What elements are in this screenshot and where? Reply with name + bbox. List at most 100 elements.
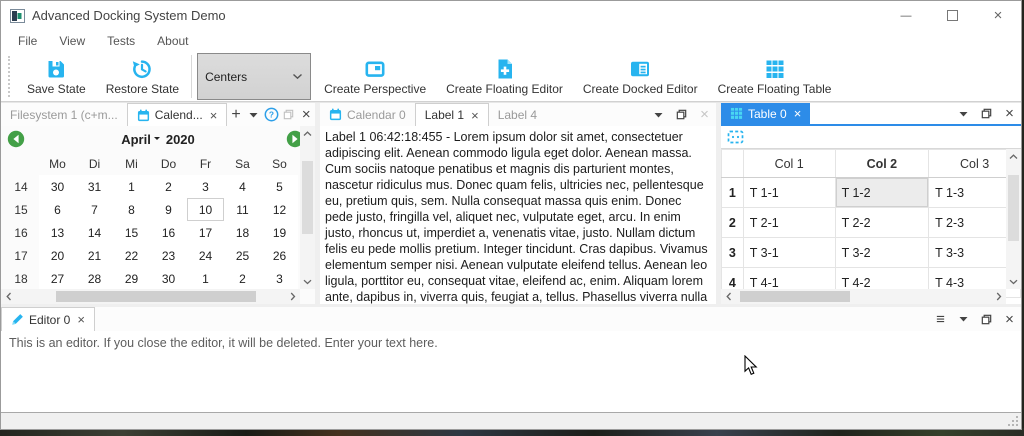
calendar-day-30[interactable]: 30 [150, 267, 187, 290]
tabs-menu-button[interactable] [245, 103, 263, 126]
toolbar-grip[interactable] [8, 56, 14, 97]
close-tab-icon[interactable]: × [77, 312, 85, 327]
maximize-button[interactable] [929, 1, 975, 30]
float-dock-button[interactable] [975, 103, 998, 124]
resize-grip[interactable] [1006, 414, 1019, 427]
table-dock-tab-table-0[interactable]: Table 0× [721, 103, 810, 124]
calendar-day-22[interactable]: 22 [113, 244, 150, 267]
scrollbar-thumb[interactable] [1008, 175, 1019, 241]
calendar-year[interactable]: 2020 [166, 132, 195, 147]
label-dock-tab-label-1[interactable]: Label 1× [415, 103, 489, 126]
menu-about[interactable]: About [148, 32, 197, 50]
calendar-day-20[interactable]: 20 [39, 244, 76, 267]
close-button[interactable]: × [975, 1, 1021, 30]
close-dock-button[interactable]: × [998, 307, 1021, 331]
scroll-up-icon[interactable] [300, 126, 315, 141]
calendar-day-7[interactable]: 7 [76, 198, 113, 221]
calendar-day-18[interactable]: 18 [224, 221, 261, 244]
table-horizontal-scrollbar[interactable] [721, 289, 1006, 304]
calendar-day-28[interactable]: 28 [76, 267, 113, 290]
table-cell-t-1-2[interactable]: T 1-2 [835, 178, 929, 208]
calendar-day-26[interactable]: 26 [261, 244, 298, 267]
select-cells-icon[interactable] [727, 130, 744, 144]
table-cell-t-3-2[interactable]: T 3-2 [835, 238, 929, 268]
column-header-col-2[interactable]: Col 2 [835, 150, 929, 178]
scroll-left-icon[interactable] [1, 289, 16, 304]
calendar-day-21[interactable]: 21 [76, 244, 113, 267]
calendar-day-1[interactable]: 1 [113, 175, 150, 198]
calendar-day-2[interactable]: 2 [150, 175, 187, 198]
tabs-menu-button[interactable] [952, 103, 975, 124]
add-tab-button[interactable]: + [227, 103, 245, 126]
title-bar[interactable]: Advanced Docking System Demo — × [1, 1, 1021, 30]
calendar-day-27[interactable]: 27 [39, 267, 76, 290]
scrollbar-thumb[interactable] [56, 291, 256, 302]
close-tab-icon[interactable]: × [794, 106, 802, 121]
close-dock-button[interactable]: × [297, 103, 315, 126]
scroll-down-icon[interactable] [1006, 274, 1021, 289]
scroll-down-icon[interactable] [300, 274, 315, 289]
close-dock-button[interactable]: × [693, 103, 716, 126]
scroll-right-icon[interactable] [991, 289, 1006, 304]
calendar-day-25[interactable]: 25 [224, 244, 261, 267]
table-cell-t-2-2[interactable]: T 2-2 [835, 208, 929, 238]
calendar-day-4[interactable]: 4 [224, 175, 261, 198]
calendar-day-6[interactable]: 6 [39, 198, 76, 221]
create-floating-editor-button[interactable]: Create Floating Editor [436, 52, 573, 101]
calendar-day-29[interactable]: 29 [113, 267, 150, 290]
save-state-button[interactable]: Save State [17, 52, 96, 101]
scroll-left-icon[interactable] [721, 289, 736, 304]
column-header-col-1[interactable]: Col 1 [743, 150, 835, 178]
table-vertical-scrollbar[interactable] [1006, 149, 1021, 289]
tabs-menu-button[interactable] [647, 103, 670, 126]
calendar-day-24[interactable]: 24 [187, 244, 224, 267]
calendar-day-12[interactable]: 12 [261, 198, 298, 221]
float-dock-button[interactable] [670, 103, 693, 126]
scrollbar-thumb[interactable] [740, 291, 850, 302]
calendar-dock-tab-filesystem-1-c-m[interactable]: Filesystem 1 (c+m... [1, 103, 127, 126]
prev-month-button[interactable] [7, 130, 25, 148]
table-cell-t-2-1[interactable]: T 2-1 [743, 208, 835, 238]
calendar-horizontal-scrollbar[interactable] [1, 289, 300, 304]
help-button[interactable]: ? [262, 103, 280, 126]
scrollbar-thumb[interactable] [302, 161, 313, 234]
calendar-day-11[interactable]: 11 [224, 198, 261, 221]
float-dock-button[interactable] [280, 103, 298, 126]
calendar-day-5[interactable]: 5 [261, 175, 298, 198]
scroll-up-icon[interactable] [1006, 149, 1021, 164]
calendar-day-3[interactable]: 3 [187, 175, 224, 198]
close-dock-button[interactable]: × [998, 103, 1021, 124]
data-table[interactable]: Col 1Col 2Col 3 1T 1-1T 1-2T 1-32T 2-1T … [721, 149, 1021, 298]
menu-tests[interactable]: Tests [98, 32, 144, 50]
calendar-day-19[interactable]: 19 [261, 221, 298, 244]
calendar-day-30[interactable]: 30 [39, 175, 76, 198]
scroll-right-icon[interactable] [285, 289, 300, 304]
close-tab-icon[interactable]: × [210, 108, 218, 123]
tabs-menu-button[interactable] [952, 307, 975, 331]
calendar-month-year[interactable]: April 2020 [1, 132, 315, 147]
calendar-day-13[interactable]: 13 [39, 221, 76, 244]
calendar-day-16[interactable]: 16 [150, 221, 187, 244]
calendar-month[interactable]: April [121, 132, 151, 147]
calendar-day-1[interactable]: 1 [187, 267, 224, 290]
calendar-day-31[interactable]: 31 [76, 175, 113, 198]
menu-view[interactable]: View [50, 32, 94, 50]
editor-textarea[interactable]: This is an editor. If you close the edit… [1, 331, 1021, 412]
label-dock-tab-calendar-0[interactable]: Calendar 0 [320, 103, 415, 126]
table-cell-t-3-1[interactable]: T 3-1 [743, 238, 835, 268]
perspective-select[interactable]: Centers [197, 53, 311, 100]
calendar-day-23[interactable]: 23 [150, 244, 187, 267]
calendar-day-17[interactable]: 17 [187, 221, 224, 244]
calendar-day-9[interactable]: 9 [150, 198, 187, 221]
editor-dock-tab-editor-0[interactable]: Editor 0× [1, 307, 95, 331]
float-dock-button[interactable] [975, 307, 998, 331]
create-floating-table-button[interactable]: Create Floating Table [708, 52, 842, 101]
menu-file[interactable]: File [9, 32, 46, 50]
minimize-button[interactable]: — [883, 1, 929, 30]
row-header-1[interactable]: 1 [722, 178, 744, 208]
calendar-day-2[interactable]: 2 [224, 267, 261, 290]
table-cell-t-1-1[interactable]: T 1-1 [743, 178, 835, 208]
calendar-dock-tab-calend[interactable]: Calend...× [127, 103, 228, 126]
calendar-day-15[interactable]: 15 [113, 221, 150, 244]
label-dock-tab-label-4[interactable]: Label 4 [489, 103, 546, 126]
